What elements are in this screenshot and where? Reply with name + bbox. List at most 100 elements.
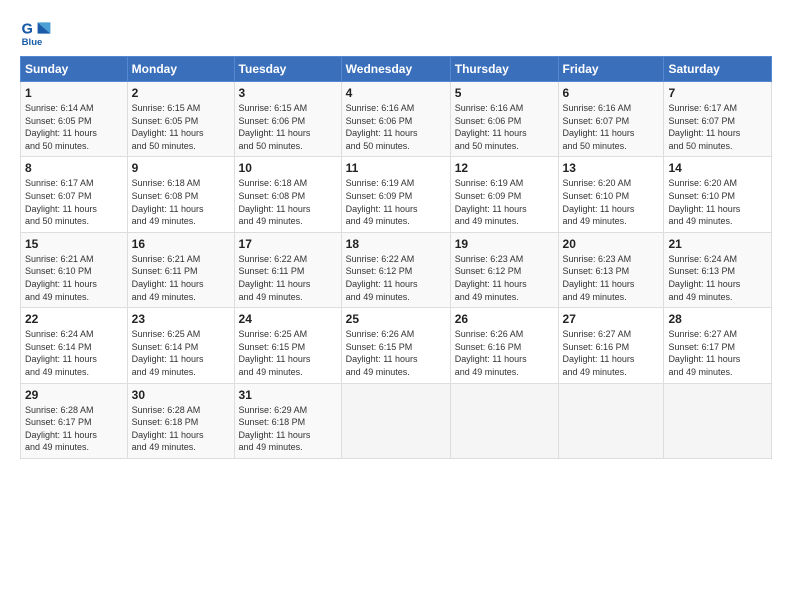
svg-text:Blue: Blue (22, 37, 43, 48)
day-info: Sunrise: 6:28 AMSunset: 6:18 PMDaylight:… (132, 404, 230, 454)
day-info: Sunrise: 6:15 AMSunset: 6:06 PMDaylight:… (239, 102, 337, 152)
day-info: Sunrise: 6:28 AMSunset: 6:17 PMDaylight:… (25, 404, 123, 454)
calendar-cell: 17 Sunrise: 6:22 AMSunset: 6:11 PMDayligh… (234, 232, 341, 307)
calendar-cell: 7 Sunrise: 6:17 AMSunset: 6:07 PMDaylight… (664, 82, 772, 157)
day-number: 7 (668, 86, 767, 100)
svg-text:G: G (22, 22, 33, 38)
calendar-cell: 3 Sunrise: 6:15 AMSunset: 6:06 PMDaylight… (234, 82, 341, 157)
day-number: 4 (346, 86, 446, 100)
calendar-cell: 19 Sunrise: 6:23 AMSunset: 6:12 PMDayligh… (450, 232, 558, 307)
calendar-header-tuesday: Tuesday (234, 57, 341, 82)
day-info: Sunrise: 6:26 AMSunset: 6:16 PMDaylight:… (455, 328, 554, 378)
day-number: 5 (455, 86, 554, 100)
day-number: 2 (132, 86, 230, 100)
calendar-header-monday: Monday (127, 57, 234, 82)
day-number: 11 (346, 161, 446, 175)
calendar-cell: 28 Sunrise: 6:27 AMSunset: 6:17 PMDayligh… (664, 308, 772, 383)
calendar-cell: 9Sunrise: 6:18 AMSunset: 6:08 PMDaylight… (127, 157, 234, 232)
calendar-week-row: 1Sunrise: 6:14 AMSunset: 6:05 PMDaylight… (21, 82, 772, 157)
day-number: 10 (239, 161, 337, 175)
calendar-cell: 14 Sunrise: 6:20 AMSunset: 6:10 PMDayligh… (664, 157, 772, 232)
day-number: 12 (455, 161, 554, 175)
day-number: 23 (132, 312, 230, 326)
day-info: Sunrise: 6:26 AMSunset: 6:15 PMDaylight:… (346, 328, 446, 378)
calendar-cell: 25 Sunrise: 6:26 AMSunset: 6:15 PMDayligh… (341, 308, 450, 383)
calendar-week-row: 22 Sunrise: 6:24 AMSunset: 6:14 PMDayligh… (21, 308, 772, 383)
day-info: Sunrise: 6:15 AMSunset: 6:05 PMDaylight:… (132, 102, 230, 152)
logo: G Blue G (20, 16, 56, 48)
day-number: 6 (563, 86, 660, 100)
day-number: 25 (346, 312, 446, 326)
day-info: Sunrise: 6:25 AMSunset: 6:15 PMDaylight:… (239, 328, 337, 378)
day-info: Sunrise: 6:19 AMSunset: 6:09 PMDaylight:… (455, 177, 554, 227)
day-info: Sunrise: 6:23 AMSunset: 6:13 PMDaylight:… (563, 253, 660, 303)
day-info: Sunrise: 6:17 AMSunset: 6:07 PMDaylight:… (668, 102, 767, 152)
day-number: 20 (563, 237, 660, 251)
day-number: 31 (239, 388, 337, 402)
day-info: Sunrise: 6:20 AMSunset: 6:10 PMDaylight:… (563, 177, 660, 227)
day-info: Sunrise: 6:22 AMSunset: 6:12 PMDaylight:… (346, 253, 446, 303)
day-info: Sunrise: 6:29 AMSunset: 6:18 PMDaylight:… (239, 404, 337, 454)
day-info: Sunrise: 6:17 AMSunset: 6:07 PMDaylight:… (25, 177, 123, 227)
day-info: Sunrise: 6:21 AMSunset: 6:10 PMDaylight:… (25, 253, 123, 303)
day-info: Sunrise: 6:18 AMSunset: 6:08 PMDaylight:… (239, 177, 337, 227)
day-number: 22 (25, 312, 123, 326)
day-info: Sunrise: 6:24 AMSunset: 6:13 PMDaylight:… (668, 253, 767, 303)
calendar-cell: 29 Sunrise: 6:28 AMSunset: 6:17 PMDayligh… (21, 383, 128, 458)
day-number: 3 (239, 86, 337, 100)
day-number: 19 (455, 237, 554, 251)
day-number: 28 (668, 312, 767, 326)
calendar-cell: 24Sunrise: 6:25 AMSunset: 6:15 PMDayligh… (234, 308, 341, 383)
calendar-cell: 5 Sunrise: 6:16 AMSunset: 6:06 PMDaylight… (450, 82, 558, 157)
day-info: Sunrise: 6:16 AMSunset: 6:06 PMDaylight:… (346, 102, 446, 152)
calendar-cell: 16 Sunrise: 6:21 AMSunset: 6:11 PMDayligh… (127, 232, 234, 307)
calendar-cell (664, 383, 772, 458)
day-info: Sunrise: 6:14 AMSunset: 6:05 PMDaylight:… (25, 102, 123, 152)
header: G Blue G (20, 16, 772, 48)
calendar-cell (558, 383, 664, 458)
day-info: Sunrise: 6:24 AMSunset: 6:14 PMDaylight:… (25, 328, 123, 378)
day-info: Sunrise: 6:23 AMSunset: 6:12 PMDaylight:… (455, 253, 554, 303)
calendar-cell: 13 Sunrise: 6:20 AMSunset: 6:10 PMDayligh… (558, 157, 664, 232)
day-info: Sunrise: 6:27 AMSunset: 6:16 PMDaylight:… (563, 328, 660, 378)
calendar-cell: 15 Sunrise: 6:21 AMSunset: 6:10 PMDayligh… (21, 232, 128, 307)
calendar-cell (450, 383, 558, 458)
calendar-header-sunday: Sunday (21, 57, 128, 82)
day-number: 26 (455, 312, 554, 326)
day-number: 16 (132, 237, 230, 251)
calendar-cell: 20 Sunrise: 6:23 AMSunset: 6:13 PMDayligh… (558, 232, 664, 307)
day-number: 9 (132, 161, 230, 175)
day-info: Sunrise: 6:20 AMSunset: 6:10 PMDaylight:… (668, 177, 767, 227)
calendar-cell: 31 Sunrise: 6:29 AMSunset: 6:18 PMDayligh… (234, 383, 341, 458)
day-info: Sunrise: 6:16 AMSunset: 6:06 PMDaylight:… (455, 102, 554, 152)
calendar-cell: 1Sunrise: 6:14 AMSunset: 6:05 PMDaylight… (21, 82, 128, 157)
page: G Blue G SundayMondayTuesdayWednesdayThu… (0, 0, 792, 612)
calendar-cell: 30 Sunrise: 6:28 AMSunset: 6:18 PMDayligh… (127, 383, 234, 458)
day-info: Sunrise: 6:25 AMSunset: 6:14 PMDaylight:… (132, 328, 230, 378)
calendar-cell: 23 Sunrise: 6:25 AMSunset: 6:14 PMDayligh… (127, 308, 234, 383)
calendar-cell: 4 Sunrise: 6:16 AMSunset: 6:06 PMDaylight… (341, 82, 450, 157)
calendar-cell: 6 Sunrise: 6:16 AMSunset: 6:07 PMDaylight… (558, 82, 664, 157)
day-info: Sunrise: 6:27 AMSunset: 6:17 PMDaylight:… (668, 328, 767, 378)
day-info: Sunrise: 6:21 AMSunset: 6:11 PMDaylight:… (132, 253, 230, 303)
day-number: 17 (239, 237, 337, 251)
calendar-header-saturday: Saturday (664, 57, 772, 82)
calendar-header-thursday: Thursday (450, 57, 558, 82)
calendar-cell: 22 Sunrise: 6:24 AMSunset: 6:14 PMDayligh… (21, 308, 128, 383)
day-number: 14 (668, 161, 767, 175)
day-number: 30 (132, 388, 230, 402)
day-number: 8 (25, 161, 123, 175)
day-info: Sunrise: 6:16 AMSunset: 6:07 PMDaylight:… (563, 102, 660, 152)
calendar-cell: 21Sunrise: 6:24 AMSunset: 6:13 PMDayligh… (664, 232, 772, 307)
calendar-cell: 10 Sunrise: 6:18 AMSunset: 6:08 PMDayligh… (234, 157, 341, 232)
calendar-cell: 11 Sunrise: 6:19 AMSunset: 6:09 PMDayligh… (341, 157, 450, 232)
day-number: 27 (563, 312, 660, 326)
calendar-table: SundayMondayTuesdayWednesdayThursdayFrid… (20, 56, 772, 459)
calendar-cell: 12 Sunrise: 6:19 AMSunset: 6:09 PMDayligh… (450, 157, 558, 232)
day-number: 13 (563, 161, 660, 175)
day-info: Sunrise: 6:19 AMSunset: 6:09 PMDaylight:… (346, 177, 446, 227)
day-number: 29 (25, 388, 123, 402)
calendar-week-row: 15 Sunrise: 6:21 AMSunset: 6:10 PMDayligh… (21, 232, 772, 307)
day-info: Sunrise: 6:22 AMSunset: 6:11 PMDaylight:… (239, 253, 337, 303)
day-number: 15 (25, 237, 123, 251)
